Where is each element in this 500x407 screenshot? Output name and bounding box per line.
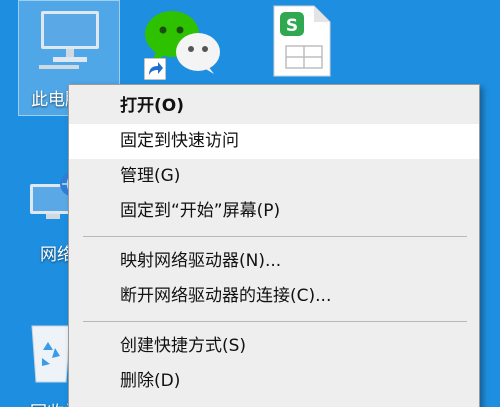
recycle-bin-icon [31, 325, 68, 383]
wps-badge-text: S [286, 16, 298, 36]
menu-item-open[interactable]: 打开(O) [69, 89, 479, 124]
context-menu: 打开(O) 固定到快速访问 管理(G) 固定到“开始”屏幕(P) 映射网络驱动器… [68, 84, 480, 407]
desktop-icon-wechat[interactable] [140, 4, 230, 84]
desktop-icon-label: 网络 [40, 245, 68, 265]
desktop-icon-recycle-bin[interactable]: 回收站 [18, 310, 68, 407]
shortcut-arrow-icon [144, 58, 166, 80]
network-icon [30, 172, 68, 219]
menu-item-map-network-drive[interactable]: 映射网络驱动器(N)... [69, 244, 479, 279]
menu-item-disconnect-network-drive[interactable]: 断开网络驱动器的连接(C)... [69, 279, 479, 314]
desktop-icon-network[interactable]: 网络 [18, 168, 68, 268]
menu-separator [83, 321, 467, 322]
desktop-icon-label: 回收站 [30, 398, 68, 407]
menu-item-pin-start[interactable]: 固定到“开始”屏幕(P) [69, 194, 479, 229]
desktop-icon-spreadsheet[interactable]: S [268, 0, 338, 80]
computer-icon [39, 11, 99, 69]
menu-item-create-shortcut[interactable]: 创建快捷方式(S) [69, 329, 479, 364]
menu-item-pin-quick-access[interactable]: 固定到快速访问 [69, 124, 479, 159]
menu-separator [83, 236, 467, 237]
wps-spreadsheet-icon: S [273, 5, 331, 77]
menu-item-delete[interactable]: 删除(D) [69, 364, 479, 399]
menu-item-manage[interactable]: 管理(G) [69, 159, 479, 194]
